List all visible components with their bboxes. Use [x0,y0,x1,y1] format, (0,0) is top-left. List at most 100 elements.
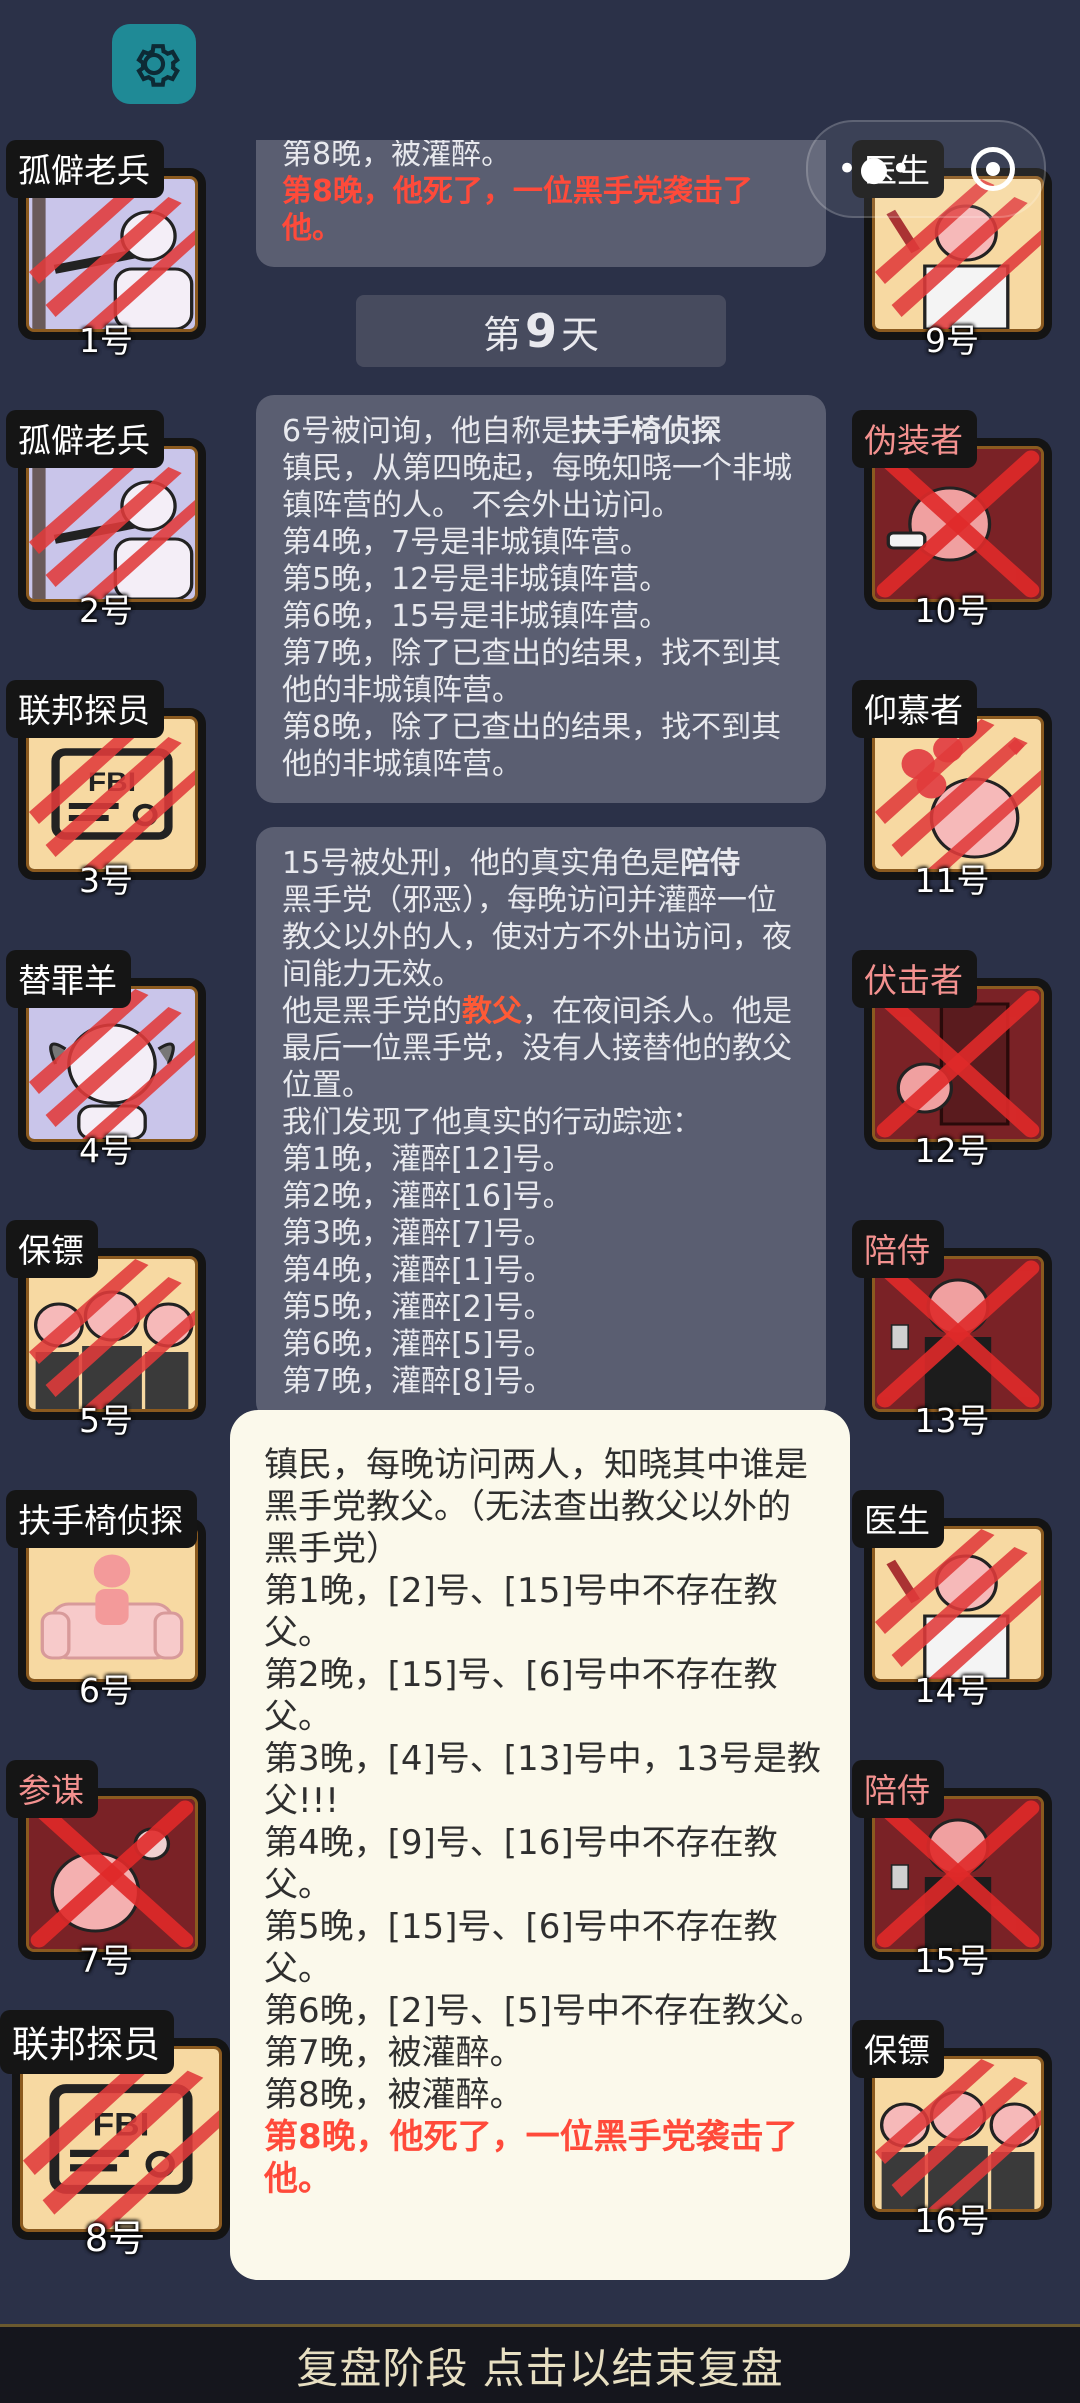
end-review-label: 复盘阶段 点击以结束复盘 [296,2343,784,2393]
role-portrait [872,1796,1044,1952]
player-card[interactable]: 替罪羊 4号 [6,950,206,1170]
day-prefix: 第 [482,312,521,357]
log-line: 第5晚，12号是非城镇阵营。 [282,562,670,597]
player-card[interactable]: 孤僻老兵 2号 [6,410,206,630]
player-role-label: 参谋 [6,1760,98,1818]
popup-line: 第1晚，[2]号、[15]号中不存在教父。 [264,1571,778,1653]
game-log[interactable]: 第8晚，被灌醉。 第8晚，他死了，一位黑手党袭击了他。 第9天 6号被问询，他自… [256,140,826,1410]
log-line: 第2晚，灌醉[16]号。 [282,1179,573,1214]
popup-line: 第5晚，[15]号、[6]号中不存在教父。 [264,1907,778,1989]
log-intro-text: 15号被处刑，他的真实角色是 [282,846,681,881]
role-portrait [872,2056,1044,2212]
role-portrait [26,1796,198,1952]
player-number: 12号 [914,1131,990,1170]
popup-line: 第3晚，[4]号、[13]号中，13号是教父!!! [264,1739,821,1821]
player-number: 2号 [79,591,133,630]
player-number: 4号 [79,1131,133,1170]
day-badge: 第9天 [356,295,726,367]
player-card[interactable]: 扶手椅侦探 6号 [6,1490,206,1710]
log-line: 第3晚，灌醉[7]号。 [282,1216,554,1251]
player-number: 15号 [914,1941,990,1980]
player-role-label: 伪装者 [852,410,977,468]
player-card[interactable]: 陪侍 15号 [852,1760,1052,1980]
role-portrait [26,446,198,602]
player-number: 14号 [914,1671,990,1710]
target-circle-icon[interactable] [970,147,1015,191]
player-card[interactable]: FBI 联邦探员 3号 [6,680,206,900]
player-card[interactable]: 医生 14号 [852,1490,1052,1710]
log-line: 第4晚，灌醉[1]号。 [282,1253,554,1288]
player-card[interactable]: 仰慕者 11号 [852,680,1052,900]
player-role-label: 联邦探员 [6,680,164,738]
role-portrait [26,1526,198,1682]
player-number: 6号 [79,1671,133,1710]
player-card[interactable]: 伪装者 10号 [852,410,1052,630]
end-review-button[interactable]: 复盘阶段 点击以结束复盘 [0,2324,1080,2403]
death-notice: 第8晚，他死了，一位黑手党袭击了他。 [264,2117,798,2199]
log-line: 第4晚，7号是非城镇阵营。 [282,525,651,560]
log-bubble-previous: 第8晚，被灌醉。 第8晚，他死了，一位黑手党袭击了他。 [256,140,826,267]
player-role-label: 保镖 [852,2020,944,2078]
log-line: 第6晚，15号是非城镇阵营。 [282,599,670,634]
more-menu-icon[interactable]: •●• [837,149,913,189]
log-bubble-investigation: 6号被问询，他自称是扶手椅侦探 镇民，从第四晚起，每晚知晓一个非城镇阵营的人。 … [256,395,826,803]
player-number: 7号 [79,1941,133,1980]
role-portrait [26,1256,198,1412]
player-card[interactable]: FBI 联邦探员 8号 [0,2010,230,2260]
log-intro: 15号被处刑，他的真实角色是陪侍 [282,845,802,882]
role-detail-popup[interactable]: 镇民，每晚访问两人，知晓其中谁是黑手党教父。（无法查出教父以外的黑手党） 第1晚… [230,1410,850,2280]
log-line: 第5晚，灌醉[2]号。 [282,1290,554,1325]
role-portrait [26,176,198,332]
popup-line: 第6晚，[2]号、[5]号中不存在教父。 [264,1991,824,2031]
player-role-label: 替罪羊 [6,950,131,1008]
log-intro: 6号被问询，他自称是扶手椅侦探 [282,413,802,450]
death-notice: 第8晚，他死了，一位黑手党袭击了他。 [282,174,753,246]
player-card[interactable]: 保镖 16号 [852,2020,1052,2240]
player-number: 13号 [914,1401,990,1440]
day-number: 9 [524,304,557,358]
claimed-role: 扶手椅侦探 [571,414,722,449]
log-line: 他是黑手党的教父，在夜间杀人。他是最后一位黑手党，没有人接替他的教父位置。 [282,993,802,1104]
popup-line: 第4晚，[9]号、[16]号中不存在教父。 [264,1823,778,1905]
log-line: 第1晚，灌醉[12]号。 [282,1142,573,1177]
player-card[interactable]: 孤僻老兵 1号 [6,140,206,360]
log-line: 我们发现了他真实的行动踪迹： [282,1105,702,1140]
player-role-label: 孤僻老兵 [6,410,164,468]
player-role-label: 扶手椅侦探 [6,1490,197,1548]
player-card[interactable]: 陪侍 13号 [852,1220,1052,1440]
gear-icon [136,44,180,87]
log-line: 镇民，从第四晚起，每晚知晓一个非城镇阵营的人。 不会外出访问。 [282,451,792,523]
player-role-label: 保镖 [6,1220,98,1278]
role-portrait: FBI [26,716,198,872]
log-text: 他是黑手党的 [282,994,462,1029]
role-portrait [26,986,198,1142]
player-number: 9号 [925,321,979,360]
role-portrait [872,1526,1044,1682]
log-line: 第7晚，灌醉[8]号。 [282,1364,554,1399]
log-bubble-execution: 15号被处刑，他的真实角色是陪侍 黑手党（邪恶），每晚访问并灌醉一位教父以外的人… [256,827,826,1410]
role-portrait [872,1256,1044,1412]
player-role-label: 孤僻老兵 [6,140,164,198]
player-role-label: 伏击者 [852,950,977,1008]
player-role-label: 联邦探员 [0,2010,174,2074]
log-line: 黑手党（邪恶），每晚访问并灌醉一位教父以外的人，使对方不外出访问，夜间能力无效。 [282,883,792,992]
player-number: 11号 [914,861,990,900]
log-line: 第7晚，除了已查出的结果，找不到其他的非城镇阵营。 [282,636,782,708]
log-line: 第8晚，除了已查出的结果，找不到其他的非城镇阵营。 [282,710,782,782]
player-number: 1号 [79,321,133,360]
day-suffix: 天 [561,312,600,357]
player-number: 5号 [79,1401,133,1440]
role-portrait [872,986,1044,1142]
player-card[interactable]: 伏击者 12号 [852,950,1052,1170]
popup-line: 第8晚，被灌醉。 [264,2075,524,2115]
settings-button[interactable] [112,24,196,104]
popup-line: 第2晚，[15]号、[6]号中不存在教父。 [264,1655,778,1737]
player-role-label: 医生 [852,1490,944,1548]
popup-line: 镇民，每晚访问两人，知晓其中谁是黑手党教父。（无法查出教父以外的黑手党） [264,1445,808,1569]
role-portrait [872,716,1044,872]
player-role-label: 陪侍 [852,1760,944,1818]
player-role-label: 陪侍 [852,1220,944,1278]
player-card[interactable]: 保镖 5号 [6,1220,206,1440]
godfather-role: 教父 [462,994,522,1029]
player-card[interactable]: 参谋 7号 [6,1760,206,1980]
